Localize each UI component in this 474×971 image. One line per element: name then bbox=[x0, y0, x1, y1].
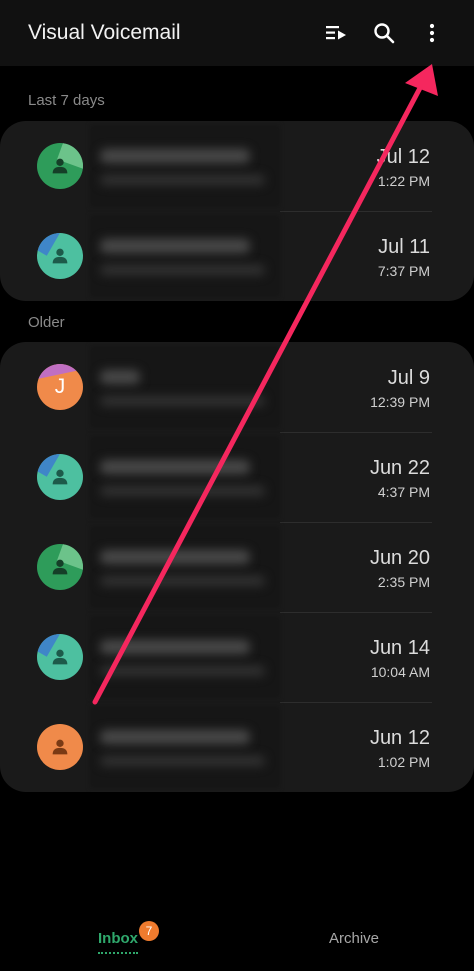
avatar: J bbox=[37, 364, 83, 410]
redacted-details bbox=[100, 666, 265, 676]
voicemail-date: Jul 11 bbox=[378, 236, 430, 258]
top-app-bar: Visual Voicemail bbox=[0, 0, 474, 66]
voicemail-item[interactable]: J Jul 9 12:39 PM bbox=[0, 342, 474, 432]
avatar bbox=[37, 544, 83, 590]
voicemail-item[interactable]: Jul 11 7:37 PM bbox=[0, 211, 474, 301]
toolbar-actions bbox=[312, 9, 474, 57]
voicemail-item[interactable]: Jun 14 10:04 AM bbox=[0, 612, 474, 702]
voicemail-card-recent: Jul 12 1:22 PM Jul 11 7:37 PM bbox=[0, 121, 474, 301]
avatar bbox=[37, 143, 83, 189]
voicemail-item[interactable]: Jun 12 1:02 PM bbox=[0, 702, 474, 792]
person-icon bbox=[52, 469, 68, 485]
redacted-details bbox=[100, 396, 265, 406]
voicemail-date: Jul 12 bbox=[376, 146, 430, 168]
person-icon bbox=[52, 739, 68, 755]
voicemail-time: 12:39 PM bbox=[370, 394, 430, 410]
redacted-details bbox=[100, 486, 265, 496]
playlist-play-icon[interactable] bbox=[312, 9, 360, 57]
voicemail-date: Jul 9 bbox=[387, 367, 430, 389]
voicemail-time: 10:04 AM bbox=[370, 664, 430, 680]
person-icon bbox=[52, 559, 68, 575]
redacted-caller-info bbox=[90, 706, 280, 788]
voicemail-time: 7:37 PM bbox=[377, 263, 430, 279]
redacted-details bbox=[100, 756, 265, 766]
redacted-number bbox=[100, 550, 250, 564]
avatar bbox=[37, 233, 83, 279]
voicemail-date: Jun 22 bbox=[369, 457, 430, 479]
date-time: Jun 14 10:04 AM bbox=[370, 637, 430, 680]
redacted-number bbox=[100, 640, 250, 654]
date-time: Jun 20 2:35 PM bbox=[370, 547, 430, 590]
arrow-head bbox=[405, 64, 438, 96]
person-icon bbox=[52, 158, 68, 174]
voicemail-time: 2:35 PM bbox=[377, 574, 430, 590]
avatar bbox=[37, 454, 83, 500]
voicemail-item[interactable]: Jun 20 2:35 PM bbox=[0, 522, 474, 612]
avatar-letter: J bbox=[54, 375, 66, 398]
inbox-count-badge: 7 bbox=[139, 921, 159, 941]
redacted-number bbox=[100, 149, 250, 163]
redacted-caller-info bbox=[90, 436, 280, 518]
voicemail-time: 4:37 PM bbox=[377, 484, 430, 500]
redacted-details bbox=[100, 265, 265, 275]
voicemail-item[interactable]: Jul 12 1:22 PM bbox=[0, 121, 474, 211]
redacted-caller-info bbox=[90, 125, 280, 207]
redacted-caller-info bbox=[90, 526, 280, 608]
search-icon[interactable] bbox=[360, 9, 408, 57]
date-time: Jun 22 4:37 PM bbox=[370, 457, 430, 500]
redacted-caller-info bbox=[90, 616, 280, 698]
active-tab-indicator bbox=[98, 952, 138, 954]
person-icon bbox=[52, 248, 68, 264]
tab-inbox-label: Inbox bbox=[98, 930, 138, 947]
bottom-navigation: Inbox 7 Archive bbox=[0, 900, 474, 971]
redacted-number bbox=[100, 239, 250, 253]
avatar bbox=[37, 724, 83, 770]
voicemail-time: 1:22 PM bbox=[377, 173, 430, 189]
date-time: Jul 12 1:22 PM bbox=[377, 146, 430, 189]
redacted-name bbox=[100, 370, 140, 384]
redacted-details bbox=[100, 175, 265, 185]
voicemail-time: 1:02 PM bbox=[377, 754, 430, 770]
redacted-caller-info bbox=[90, 215, 280, 297]
voicemail-item[interactable]: Jun 22 4:37 PM bbox=[0, 432, 474, 522]
tab-archive[interactable]: Archive bbox=[329, 930, 379, 947]
date-time: Jun 12 1:02 PM bbox=[370, 727, 430, 770]
more-vert-icon[interactable] bbox=[408, 9, 456, 57]
section-label-older: Older bbox=[28, 314, 65, 331]
person-icon bbox=[52, 649, 68, 665]
voicemail-date: Jun 20 bbox=[369, 547, 430, 569]
voicemail-date: Jun 14 bbox=[369, 637, 430, 659]
tab-inbox[interactable]: Inbox bbox=[98, 930, 138, 954]
redacted-details bbox=[100, 576, 265, 586]
redacted-number bbox=[100, 460, 250, 474]
app-title: Visual Voicemail bbox=[28, 21, 181, 44]
date-time: Jul 9 12:39 PM bbox=[370, 367, 430, 410]
voicemail-date: Jun 12 bbox=[369, 727, 430, 749]
redacted-caller-info bbox=[90, 346, 280, 428]
redacted-number bbox=[100, 730, 250, 744]
avatar bbox=[37, 634, 83, 680]
date-time: Jul 11 7:37 PM bbox=[378, 236, 430, 279]
section-label-last-7-days: Last 7 days bbox=[28, 92, 105, 109]
voicemail-card-older: J Jul 9 12:39 PM Jun 22 4:37 PM Jun 20 2… bbox=[0, 342, 474, 792]
